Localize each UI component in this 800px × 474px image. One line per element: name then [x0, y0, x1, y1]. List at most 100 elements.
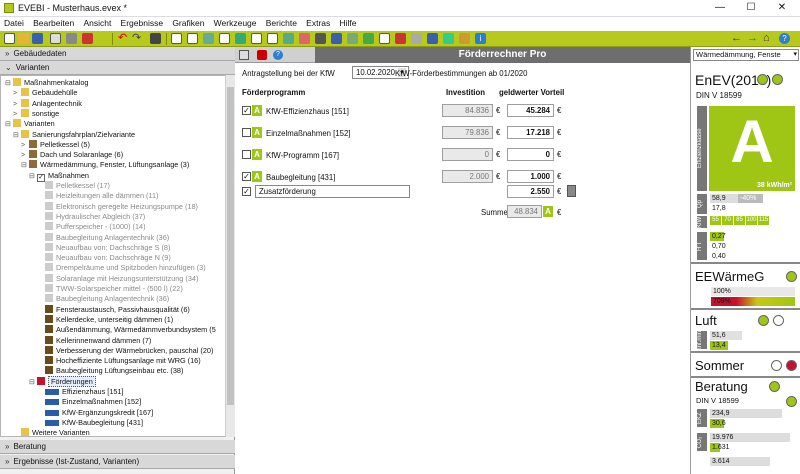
energy-icon[interactable]	[443, 33, 454, 44]
tree-node[interactable]: > sonstige	[13, 108, 59, 119]
help-icon[interactable]: ?	[779, 33, 790, 44]
tree-node[interactable]: Drempelräume und Spitzboden hinzufügen (…	[37, 263, 206, 273]
expand-toggle-icon[interactable]: ⊟	[5, 120, 13, 130]
expand-toggle-icon[interactable]: ⊟	[5, 79, 13, 89]
variant-dropdown[interactable]: Wärmedämmung, Fenste ▾	[693, 49, 799, 61]
doc-icon[interactable]	[171, 33, 182, 44]
tree-icon[interactable]	[283, 33, 294, 44]
print-icon[interactable]	[50, 33, 61, 44]
report-icon[interactable]	[187, 33, 198, 44]
sheet-icon[interactable]	[267, 33, 278, 44]
menu-bearbeiten[interactable]: Bearbeiten	[29, 17, 77, 28]
tree-node[interactable]: Pufferspeicher - (1000) (14)	[37, 222, 146, 232]
back-icon[interactable]: ←	[731, 33, 742, 44]
undo-icon[interactable]: ↶	[118, 33, 129, 44]
extra-value[interactable]: 2.550	[507, 185, 554, 198]
calculator-icon[interactable]	[567, 185, 576, 197]
tree-node[interactable]: ⊟ Varianten	[5, 119, 55, 129]
menu-extras[interactable]: Extras	[302, 17, 333, 28]
tree-node[interactable]: TWW-Solarspeicher mittel - (500 l) (22)	[37, 284, 183, 294]
wand-icon[interactable]	[150, 33, 161, 44]
tree-node[interactable]: Einzelmaßnahmen [152]	[37, 397, 141, 407]
program-checkbox[interactable]	[242, 128, 251, 137]
close-button[interactable]: ✕	[767, 1, 797, 16]
expand-toggle-icon[interactable]: ⊟	[21, 161, 29, 171]
tree-node[interactable]: Effizienzhaus [151]	[37, 387, 124, 397]
program-checkbox[interactable]: ✓	[242, 106, 251, 115]
forward-icon[interactable]: →	[747, 33, 758, 44]
copy-icon[interactable]	[239, 50, 249, 60]
tree-node[interactable]: Weitere Varianten	[13, 428, 90, 436]
demo-icon[interactable]	[82, 33, 93, 44]
tree-node[interactable]: ⊟ Sanierungsfahrplan/Zielvariante	[13, 129, 135, 141]
menu-werkzeuge[interactable]: Werkzeuge	[210, 17, 260, 28]
tree-node[interactable]: Kellerdecke, unterseitig dämmen (1)	[37, 314, 173, 325]
expand-toggle-icon[interactable]: ⊟	[29, 378, 37, 388]
extra-checkbox[interactable]: ✓	[242, 187, 251, 196]
menu-hilfe[interactable]: Hilfe	[336, 17, 360, 28]
tree-node[interactable]: Neuaufbau von: Dachschräge N (9)	[37, 253, 171, 263]
image-icon[interactable]	[203, 33, 214, 44]
scroll-thumb[interactable]	[227, 87, 234, 405]
globe-icon[interactable]	[427, 33, 438, 44]
tree-node[interactable]: > Anlagentechnik	[13, 98, 82, 109]
tree-node[interactable]: Hocheffiziente Lüftungsanlage mit WRG (1…	[37, 356, 201, 366]
copy-icon[interactable]	[219, 33, 230, 44]
tree-node[interactable]: Baubegleitung Lüftungseinbau etc. (38)	[37, 366, 183, 376]
gebaeudedaten-header[interactable]: » Gebäudedaten	[0, 47, 235, 61]
tree-node[interactable]: Außendämmung, Wärmedämmverbundsystem (5	[37, 325, 216, 335]
chart-icon[interactable]	[235, 33, 246, 44]
extra-input[interactable]: Zusatzförderung	[255, 185, 410, 198]
beratung-header[interactable]: » Beratung	[0, 440, 235, 454]
home-icon[interactable]: ⌂	[763, 33, 774, 44]
maximize-button[interactable]: ☐	[736, 1, 766, 16]
tree-node[interactable]: Hydraulischer Abgleich (37)	[37, 211, 145, 222]
page-icon[interactable]	[379, 33, 390, 44]
save-icon[interactable]	[32, 33, 43, 44]
tree-scrollbar[interactable]	[225, 75, 235, 437]
sun-icon[interactable]	[459, 33, 470, 44]
tree-node[interactable]: KfW-Ergänzungskredit [167]	[37, 408, 153, 418]
varianten-header[interactable]: ⌄ Varianten	[0, 61, 235, 75]
tools-icon[interactable]	[66, 33, 77, 44]
calc-icon[interactable]	[411, 33, 422, 44]
tree-node[interactable]: Neuaufbau von: Dachschräge S (8)	[37, 242, 170, 253]
tree-node[interactable]: Pelletkessel (17)	[37, 181, 110, 191]
expand-toggle-icon[interactable]: ⊟	[29, 172, 37, 182]
tree-node[interactable]: ⊟ ✓ Maßnahmen	[29, 171, 89, 182]
tree-node[interactable]: > Gebäudehülle	[13, 88, 77, 98]
tree-node[interactable]: KfW-Baubegleitung [431]	[37, 418, 143, 428]
help-icon[interactable]: ?	[273, 50, 283, 60]
building-icon[interactable]	[315, 33, 326, 44]
tree-node[interactable]: > Dach und Solaranlage (6)	[21, 150, 123, 160]
expand-toggle-icon[interactable]: ⊟	[13, 131, 21, 141]
tree-node[interactable]: Baubegleitung Anlagentechnik (36)	[37, 232, 169, 243]
menu-berichte[interactable]: Berichte	[262, 17, 300, 28]
minimize-button[interactable]: —	[705, 1, 735, 16]
tree-node[interactable]: Solaranlage mit Heizungsunterstützung (3…	[37, 273, 198, 284]
info-icon[interactable]: i	[475, 33, 486, 44]
new-icon[interactable]	[4, 33, 15, 44]
list-icon[interactable]	[251, 33, 262, 44]
roof-icon[interactable]	[299, 33, 310, 44]
tree-node[interactable]: Baubegleitung Anlagentechnik (36)	[37, 294, 169, 304]
video-icon[interactable]	[257, 50, 267, 60]
menu-grafiken[interactable]: Grafiken	[168, 17, 207, 28]
tree-node[interactable]: ⊟ Maßnahmenkatalog	[5, 78, 89, 88]
tree-node[interactable]: Verbesserung der Wärmebrücken, pauschal …	[37, 345, 213, 356]
menu-ergebnisse[interactable]: Ergebnisse	[117, 17, 167, 28]
tree-node[interactable]: Kellerinnenwand dämmen (7)	[37, 335, 151, 346]
open-icon[interactable]	[18, 33, 29, 44]
redo-icon[interactable]: ↷	[132, 33, 143, 44]
tree2-icon[interactable]	[347, 33, 358, 44]
tree-node[interactable]: ⊟ Wärmedämmung, Fenster, Lüftungsanlage (…	[21, 160, 189, 170]
tree-node[interactable]: Heizleitungen alle dämmen (11)	[37, 191, 158, 201]
tree-node[interactable]: Elektronisch geregelte Heizungspumpe (18…	[37, 201, 198, 212]
house-icon[interactable]	[363, 33, 374, 44]
program-checkbox[interactable]: ✓	[242, 172, 251, 181]
menu-ansicht[interactable]: Ansicht	[79, 17, 114, 28]
ergebnisse-header[interactable]: » Ergebnisse (Ist-Zustand, Varianten)	[0, 455, 235, 469]
tree-node[interactable]: Fensteraustausch, Passivhausqualität (6)	[37, 304, 190, 315]
menu-datei[interactable]: Datei	[0, 17, 27, 28]
program-checkbox[interactable]	[242, 150, 251, 159]
